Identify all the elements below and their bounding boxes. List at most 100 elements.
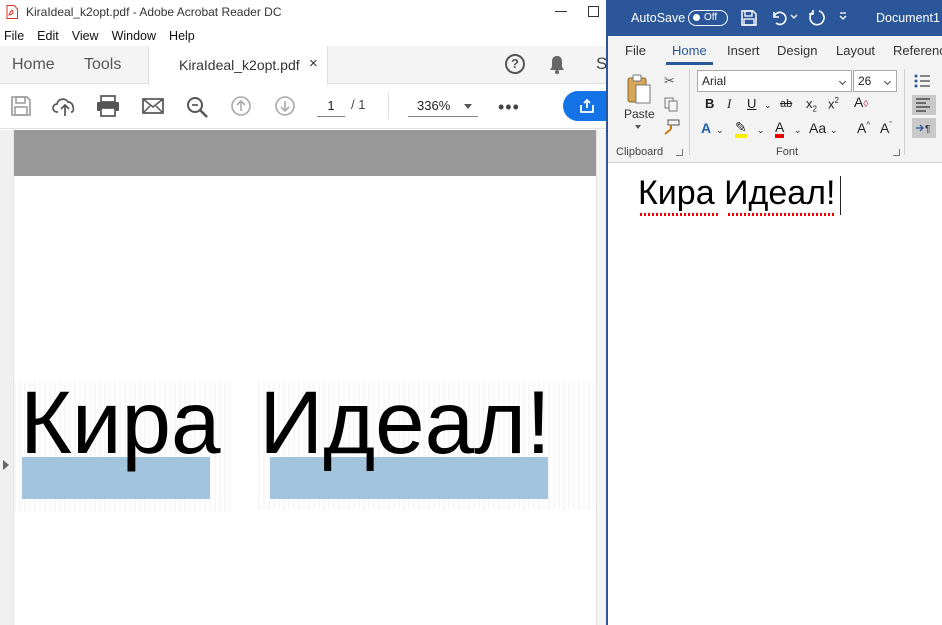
chevron-down-icon[interactable]	[790, 14, 798, 20]
word-document-text[interactable]: Кира Идеал!	[638, 176, 835, 210]
share-label-initial[interactable]: S	[596, 54, 606, 74]
tab-references[interactable]: Referenc	[893, 43, 942, 58]
zoom-select[interactable]: 336%	[408, 95, 478, 117]
spellcheck-squiggle	[728, 213, 836, 216]
tab-tools[interactable]: Tools	[84, 46, 121, 84]
minimize-icon[interactable]	[555, 11, 567, 12]
tab-insert[interactable]: Insert	[727, 43, 760, 58]
chevron-down-icon	[883, 77, 892, 86]
chevron-down-icon[interactable]: ⌄	[716, 125, 724, 136]
save-icon[interactable]	[740, 9, 758, 27]
bullets-icon[interactable]	[914, 73, 934, 89]
chevron-down-icon	[464, 104, 472, 109]
chevron-down-icon	[838, 77, 847, 86]
more-tools-icon[interactable]: •••	[498, 97, 520, 118]
toggle-knob	[693, 14, 700, 21]
share-icon	[580, 98, 594, 113]
subscript-icon[interactable]: x2	[806, 96, 817, 114]
font-launcher-icon[interactable]	[893, 149, 900, 156]
paste-icon[interactable]	[626, 73, 652, 105]
left-panel-toggle[interactable]	[0, 130, 14, 625]
tab-home[interactable]: Home	[12, 46, 55, 84]
upload-cloud-icon[interactable]	[52, 95, 78, 117]
font-size-value: 26	[858, 74, 872, 88]
menu-file[interactable]: File	[4, 29, 24, 43]
previous-page-icon[interactable]	[230, 95, 252, 117]
font-name-value: Arial	[702, 74, 727, 88]
acrobat-tab-bar: Home Tools KiraIdeal_k2opt.pdf × ? S	[0, 46, 606, 85]
autosave-toggle[interactable]: Off	[688, 10, 728, 26]
tab-home[interactable]: Home	[666, 43, 713, 65]
word-title-bar: AutoSave Off Document1	[608, 0, 942, 36]
next-page-icon[interactable]	[274, 95, 296, 117]
highlight-color-icon[interactable]: ✎	[735, 120, 747, 138]
underline-icon[interactable]: U	[747, 96, 756, 111]
group-divider	[689, 69, 690, 155]
word-document-canvas[interactable]: Кира Идеал!	[608, 163, 942, 625]
help-icon[interactable]: ?	[505, 54, 525, 74]
text-direction-icon[interactable]: ¶	[912, 118, 936, 138]
font-group-label: Font	[776, 146, 799, 158]
undo-icon[interactable]	[770, 9, 788, 27]
close-tab-icon[interactable]: ×	[309, 55, 318, 72]
save-icon[interactable]	[10, 95, 32, 117]
autosave-state: Off	[704, 12, 718, 23]
cut-icon[interactable]: ✂	[664, 73, 675, 89]
shrink-font-icon[interactable]: Aˇ	[880, 120, 892, 136]
strikethrough-icon[interactable]: ab	[780, 98, 792, 110]
copy-icon[interactable]	[663, 96, 679, 112]
tab-layout[interactable]: Layout	[836, 43, 875, 58]
toolbar-divider	[388, 93, 389, 119]
clipboard-launcher-icon[interactable]	[676, 149, 683, 156]
zoom-search-icon[interactable]	[185, 95, 211, 119]
menu-view[interactable]: View	[72, 29, 99, 43]
change-case-icon[interactable]: Aa	[809, 120, 826, 136]
ribbon-tabs: File Home Insert Design Layout Referenc	[608, 36, 942, 65]
bold-icon[interactable]: B	[705, 96, 714, 111]
pdf-document-text[interactable]: Кира Идеал!	[20, 378, 551, 467]
redo-icon[interactable]	[807, 9, 825, 27]
font-size-select[interactable]: 26	[853, 70, 897, 92]
grow-font-icon[interactable]: A^	[857, 120, 870, 136]
zoom-value: 336%	[417, 98, 451, 113]
chevron-down-icon[interactable]: ⌄	[794, 125, 802, 136]
acrobat-window-title: KiraIdeal_k2opt.pdf - Adobe Acrobat Read…	[26, 5, 282, 19]
tab-document[interactable]: KiraIdeal_k2opt.pdf ×	[148, 46, 328, 85]
clipboard-group-label: Clipboard	[616, 146, 664, 158]
chevron-down-icon[interactable]: ⌄	[830, 125, 838, 136]
email-icon[interactable]	[141, 95, 165, 117]
chevron-down-icon[interactable]: ⌄	[764, 100, 772, 111]
vertical-scrollbar[interactable]	[596, 130, 606, 625]
text-effects-icon[interactable]: A	[701, 120, 711, 136]
chevron-down-icon[interactable]: ⌄	[757, 125, 765, 136]
font-name-select[interactable]: Arial	[697, 70, 852, 92]
italic-icon[interactable]: I	[727, 96, 731, 112]
font-color-icon[interactable]: A	[775, 120, 785, 138]
menu-window[interactable]: Window	[112, 29, 156, 43]
format-painter-icon[interactable]	[662, 119, 680, 135]
acrobat-menu-bar: File Edit View Window Help	[0, 25, 606, 47]
text-cursor	[840, 176, 841, 215]
clear-formatting-icon[interactable]: A◊	[854, 94, 868, 110]
menu-edit[interactable]: Edit	[37, 29, 59, 43]
tab-file[interactable]: File	[625, 43, 646, 58]
pdf-file-icon	[6, 5, 18, 19]
acrobat-window: KiraIdeal_k2opt.pdf - Adobe Acrobat Read…	[0, 0, 606, 625]
viewport-background	[14, 130, 596, 176]
spellcheck-squiggle	[640, 213, 720, 216]
share-button[interactable]	[563, 91, 606, 121]
customize-toolbar-icon[interactable]	[838, 12, 848, 22]
chevron-down-icon[interactable]	[635, 125, 641, 129]
menu-help[interactable]: Help	[169, 29, 195, 43]
print-icon[interactable]	[95, 95, 121, 117]
group-divider	[904, 69, 905, 155]
superscript-icon[interactable]: x2	[828, 96, 839, 111]
bell-icon[interactable]	[548, 55, 566, 75]
paste-label[interactable]: Paste	[624, 107, 655, 121]
word-window: AutoSave Off Document1 File Home Insert …	[606, 0, 942, 625]
tab-design[interactable]: Design	[777, 43, 817, 58]
page-number-input[interactable]: 1	[317, 95, 345, 117]
align-left-icon[interactable]	[912, 95, 936, 115]
tab-document-label: KiraIdeal_k2opt.pdf	[179, 57, 300, 73]
maximize-icon[interactable]	[588, 6, 599, 17]
